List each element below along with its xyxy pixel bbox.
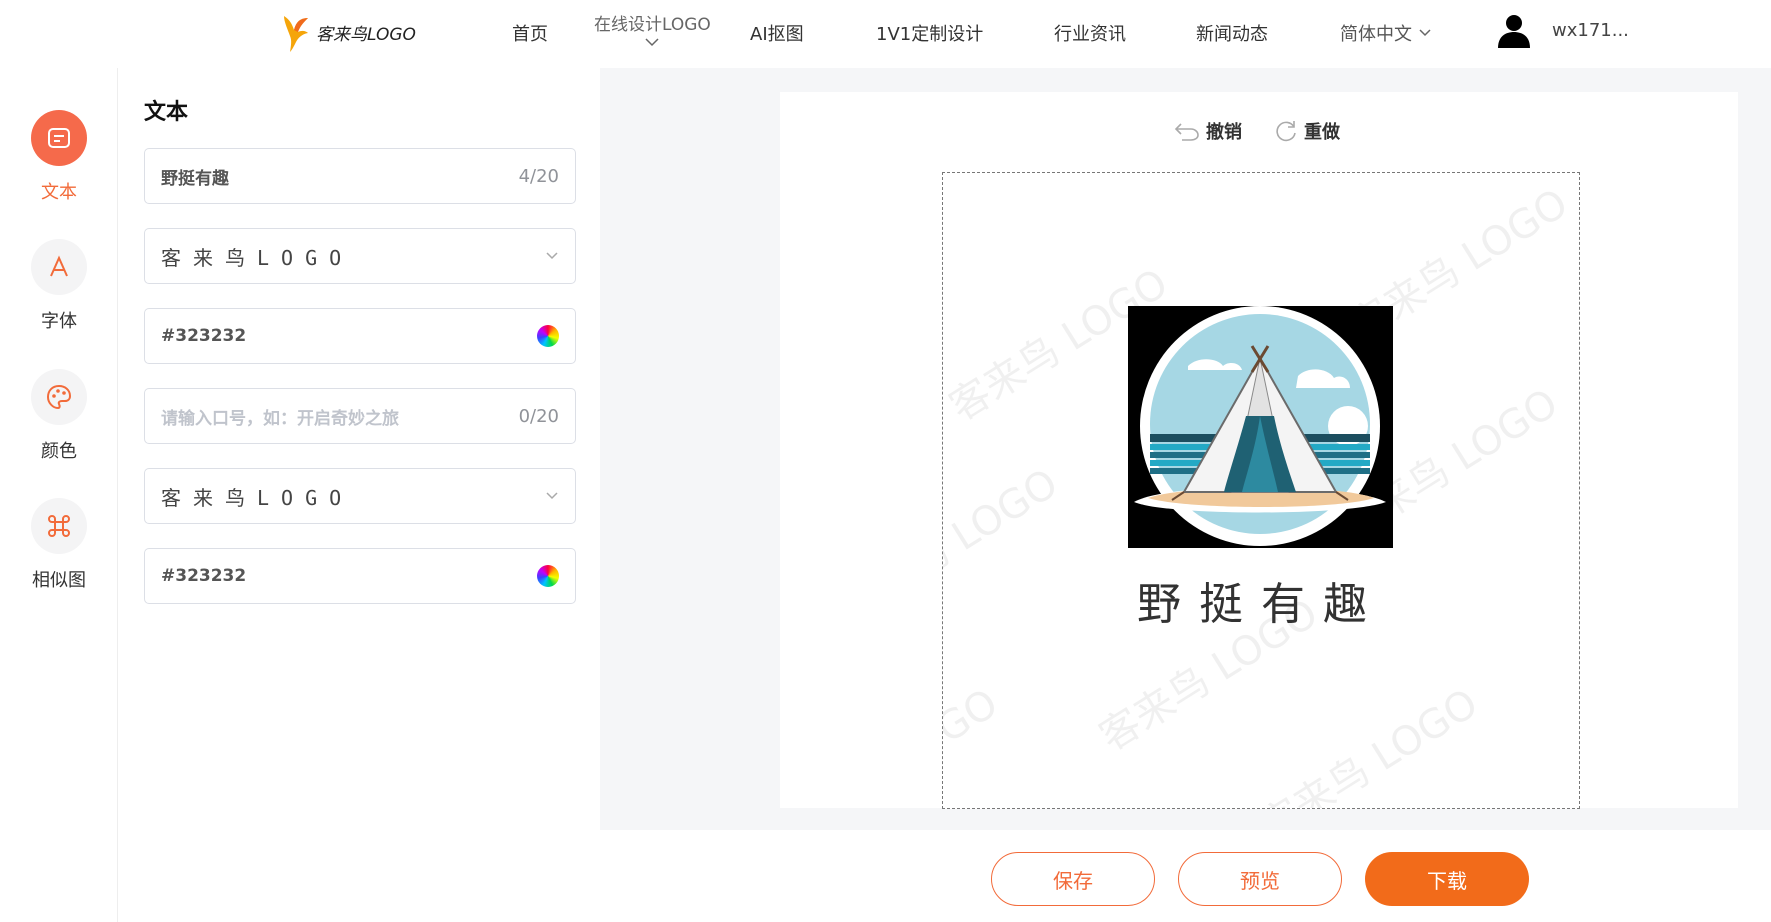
chevron-down-icon [645,38,659,47]
slogan-input[interactable]: 请输入口号，如：开启奇妙之旅 0/20 [144,388,576,444]
palette-icon [46,384,72,410]
brand-name-count: 4/20 [518,165,559,187]
slogan-placeholder: 请输入口号，如：开启奇妙之旅 [161,408,399,429]
text-icon [48,128,70,148]
username: wx171... [1552,19,1629,41]
rail-circle-similar [31,498,87,554]
undo-label: 撤销 [1206,122,1242,143]
brand-font-preview: 客来鸟LOGO [161,245,354,270]
bird-logo-icon [284,16,308,52]
watermark: 客来鸟 LOGO [942,680,1007,808]
chevron-down-icon [1419,29,1431,37]
user-avatar-icon [1498,15,1530,48]
chevron-down-icon [546,252,558,260]
tool-rail: 文本 字体 颜色 相似图 [0,68,118,922]
rail-circle-font [31,239,87,295]
rail-label-font: 字体 [41,311,77,332]
rail-item-font[interactable]: 字体 [0,239,118,333]
slogan-color-value: #323232 [161,566,247,586]
font-icon [50,255,68,277]
watermark: 客来鸟 LOGO [1251,680,1487,809]
slogan-font-select[interactable]: 客来鸟LOGO [144,468,576,524]
brand-color-field[interactable]: #323232 [144,308,576,364]
preview-button[interactable]: 预览 [1178,852,1342,906]
color-picker-icon[interactable] [537,565,559,587]
brand-font-select[interactable]: 客来鸟LOGO [144,228,576,284]
command-icon [48,515,70,537]
rail-label-color: 颜色 [41,441,77,462]
slogan-font-preview: 客来鸟LOGO [161,485,354,510]
rail-item-similar[interactable]: 相似图 [0,498,118,592]
rail-item-color[interactable]: 颜色 [0,369,118,463]
brand-name-input[interactable]: 野挺有趣 4/20 [144,148,576,204]
nav-online-design-label: 在线设计LOGO [594,15,711,35]
rail-item-text[interactable]: 文本 [0,110,118,204]
slogan-color-field[interactable]: #323232 [144,548,576,604]
tent-logo-image[interactable] [1128,306,1393,548]
redo-icon [1276,121,1296,142]
logo-brand-text[interactable]: 野挺有趣 [942,568,1580,632]
redo-label: 重做 [1304,122,1340,143]
nav-home[interactable]: 首页 [512,20,548,46]
nav-ai-cutout[interactable]: AI抠图 [750,20,804,46]
slogan-count: 0/20 [518,405,559,427]
panel-title: 文本 [144,100,189,125]
user-menu[interactable]: wx171... [1496,12,1629,48]
save-button[interactable]: 保存 [991,852,1155,906]
rail-circle-text [31,110,87,166]
color-picker-icon[interactable] [537,325,559,347]
nav-custom-design[interactable]: 1V1定制设计 [876,20,983,46]
site-logo[interactable]: 客来鸟LOGO [280,12,416,52]
download-button[interactable]: 下载 [1365,852,1529,906]
language-label: 简体中文 [1340,24,1412,45]
top-header: 客来鸟LOGO 首页 在线设计LOGO AI抠图 1V1定制设计 行业资讯 新闻… [0,0,1771,60]
brand-color-value: #323232 [161,326,247,346]
nav-industry-news[interactable]: 行业资讯 [1054,20,1126,46]
language-selector[interactable]: 简体中文 [1340,20,1432,46]
chevron-down-icon [546,492,558,500]
redo-button[interactable]: 重做 [1274,118,1340,144]
undo-icon [1174,123,1199,141]
rail-label-text: 文本 [41,182,77,203]
logo-text: 客来鸟LOGO [316,24,416,45]
nav-online-design[interactable]: 在线设计LOGO [594,10,711,47]
nav-news[interactable]: 新闻动态 [1196,20,1268,46]
rail-circle-color [31,369,87,425]
rail-label-similar: 相似图 [32,570,86,591]
tent-logo-icon [1128,306,1393,548]
undo-button[interactable]: 撤销 [1174,118,1242,144]
brand-name-value: 野挺有趣 [161,168,229,189]
